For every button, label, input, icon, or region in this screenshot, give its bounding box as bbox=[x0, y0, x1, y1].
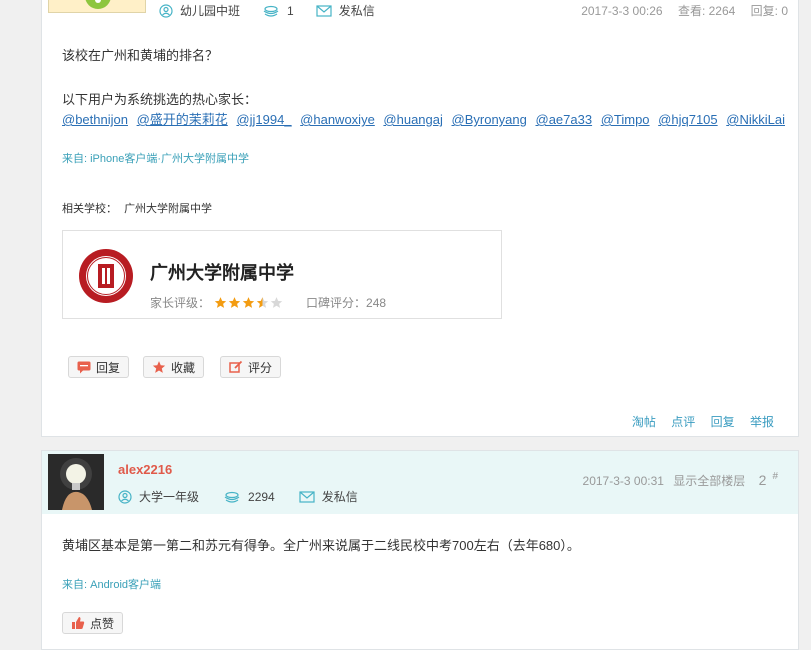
show-all-floors-link[interactable]: 显示全部楼层 bbox=[673, 474, 745, 488]
school-card[interactable]: 广州大学附属中学 家长评级： 口碑评分：248 bbox=[62, 230, 502, 319]
mention-link[interactable]: @盛开的茉莉花 bbox=[137, 112, 228, 127]
post-2: alex2216 大学一年级 2294 发私信 2017-3-3 00:31 显… bbox=[41, 450, 799, 650]
related-school: 相关学校： 广州大学附属中学 bbox=[62, 200, 212, 216]
author-meta: 幼儿园中班 1 发私信 bbox=[159, 2, 393, 19]
user-icon bbox=[118, 489, 132, 504]
star-full-icon bbox=[228, 297, 241, 308]
post-stats: 2017-3-3 00:26 查看: 2264 回复: 0 bbox=[575, 2, 788, 19]
send-message-link[interactable]: 发私信 bbox=[316, 2, 375, 19]
lightbulb-avatar-icon bbox=[48, 454, 104, 510]
level-text: 大学一年级 bbox=[139, 490, 200, 504]
envelope-icon bbox=[299, 490, 315, 503]
floor-mark: # bbox=[772, 471, 778, 482]
school-rating: 家长评级： 口碑评分：248 bbox=[150, 294, 386, 311]
level-text: 幼儿园中班 bbox=[180, 4, 241, 18]
star-icon bbox=[152, 361, 166, 373]
points-text: 1 bbox=[287, 3, 294, 18]
favorite-button[interactable]: 收藏 bbox=[143, 356, 205, 378]
reply-label: 回复 bbox=[96, 360, 121, 375]
author-points: 2294 bbox=[223, 490, 275, 504]
mention-link[interactable]: @jj1994_ bbox=[236, 112, 291, 127]
mention-link[interactable]: @ae7a33 bbox=[536, 112, 593, 127]
reply-button[interactable]: 回复 bbox=[68, 356, 130, 378]
author-meta: 大学一年级 2294 发私信 bbox=[118, 488, 376, 505]
rating-stars bbox=[214, 296, 284, 309]
star-half-icon bbox=[256, 297, 269, 308]
points-text: 2294 bbox=[248, 489, 275, 504]
recommend-label: 以下用户为系统挑选的热心家长： bbox=[62, 92, 258, 107]
author-level: 幼儿园中班 bbox=[159, 2, 240, 19]
user-avatar[interactable] bbox=[48, 454, 104, 510]
mention-link[interactable]: @huangaj bbox=[383, 112, 442, 127]
message-label: 发私信 bbox=[338, 4, 375, 18]
related-school-link[interactable]: 广州大学附属中学 bbox=[124, 203, 212, 215]
action-comment[interactable]: 点评 bbox=[671, 415, 695, 429]
post-source[interactable]: 来自: Android客户端 bbox=[62, 576, 161, 592]
floor-number: 2 # bbox=[753, 471, 778, 488]
mention-link[interactable]: @Timpo bbox=[601, 112, 650, 127]
action-reply[interactable]: 回复 bbox=[711, 415, 735, 429]
rate-label: 评分 bbox=[248, 360, 273, 375]
action-tao[interactable]: 淘帖 bbox=[632, 415, 656, 429]
star-full-icon bbox=[214, 297, 227, 308]
post-date: 2017-3-3 00:26 bbox=[581, 4, 663, 18]
username-link[interactable]: alex2216 bbox=[118, 462, 172, 477]
mention-link[interactable]: @NikkiLai bbox=[726, 112, 785, 127]
coin-pile-icon bbox=[224, 491, 240, 503]
reply-count: 回复: 0 bbox=[750, 4, 788, 18]
author-level: 大学一年级 bbox=[118, 488, 199, 505]
like-button[interactable]: 点赞 bbox=[62, 612, 124, 634]
coin-pile-icon bbox=[263, 5, 279, 17]
user-avatar[interactable] bbox=[48, 0, 146, 13]
floor-value: 2 bbox=[758, 471, 767, 488]
mention-link[interactable]: @hjq7105 bbox=[658, 112, 717, 127]
action-report[interactable]: 举报 bbox=[750, 415, 774, 429]
post-1: 幼儿园中班 1 发私信 2017-3-3 00:26 查看: 2264 回复: … bbox=[41, 0, 799, 437]
school-name[interactable]: 广州大学附属中学 bbox=[150, 259, 294, 285]
mention-list: @bethnijon @盛开的茉莉花 @jj1994_ @hanwoxiye @… bbox=[62, 109, 790, 128]
post-source[interactable]: 来自: iPhone客户端·广州大学附属中学 bbox=[62, 150, 249, 166]
question-text: 该校在广州和黄埔的排名？ bbox=[62, 48, 219, 63]
review-score: 口碑评分：248 bbox=[306, 296, 387, 310]
message-label: 发私信 bbox=[321, 490, 358, 504]
author-points: 1 bbox=[262, 4, 294, 18]
envelope-icon bbox=[316, 4, 332, 17]
view-count: 查看: 2264 bbox=[677, 4, 736, 18]
mention-link[interactable]: @Byronyang bbox=[452, 112, 527, 127]
star-full-icon bbox=[242, 297, 255, 308]
reply-content: 黄埔区基本是第一第二和苏元有得争。全广州来说属于二线民校中考700左右（去年68… bbox=[62, 538, 580, 553]
send-message-link[interactable]: 发私信 bbox=[299, 488, 358, 505]
post-date: 2017-3-3 00:31 bbox=[582, 473, 664, 488]
rate-button[interactable]: 评分 bbox=[220, 356, 282, 378]
user-icon bbox=[159, 3, 173, 18]
post-actions: 淘帖 点评 回复 举报 bbox=[620, 413, 774, 430]
mention-link[interactable]: @hanwoxiye bbox=[300, 112, 375, 127]
favorite-label: 收藏 bbox=[171, 360, 196, 375]
edit-icon bbox=[229, 360, 243, 373]
post-header: alex2216 大学一年级 2294 发私信 2017-3-3 00:31 显… bbox=[42, 451, 798, 514]
related-label: 相关学校： bbox=[62, 203, 117, 215]
rating-label: 家长评级： bbox=[150, 296, 211, 310]
school-logo-icon bbox=[79, 249, 133, 303]
comment-icon bbox=[77, 361, 91, 373]
mention-link[interactable]: @bethnijon bbox=[62, 112, 128, 127]
star-empty-icon bbox=[270, 297, 283, 308]
like-label: 点赞 bbox=[90, 616, 115, 631]
thumbs-up-icon bbox=[72, 617, 85, 629]
post-stats: 2017-3-3 00:31 显示全部楼层 2 # bbox=[577, 471, 778, 489]
